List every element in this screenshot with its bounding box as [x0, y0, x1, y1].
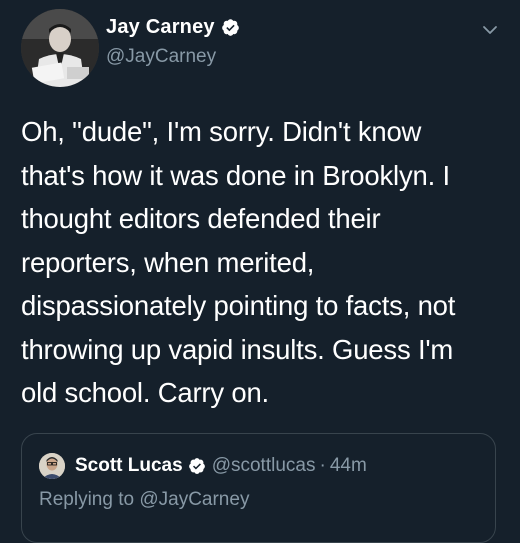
quoted-author-row: Scott Lucas @scottlucas · 44m: [75, 455, 367, 477]
time-separator: ·: [319, 455, 326, 476]
author-name-row: Jay Carney: [106, 16, 240, 39]
replying-to-label: Replying to @JayCarney: [39, 489, 250, 510]
chevron-down-icon[interactable]: [480, 20, 500, 40]
quoted-author-photo: [39, 453, 65, 479]
tweet-text: Oh, "dude", I'm sorry. Didn't know that'…: [21, 116, 456, 408]
quoted-tweet-card[interactable]: Scott Lucas @scottlucas · 44m Replying t…: [21, 433, 496, 543]
quoted-author-avatar[interactable]: [39, 453, 65, 479]
author-handle[interactable]: @JayCarney: [106, 46, 216, 68]
quoted-display-name[interactable]: Scott Lucas: [75, 455, 183, 477]
author-photo: [21, 9, 99, 87]
quoted-timestamp[interactable]: 44m: [330, 455, 367, 477]
quoted-handle[interactable]: @scottlucas: [212, 455, 316, 477]
verified-badge-icon: [221, 18, 240, 37]
verified-badge-icon: [188, 457, 206, 475]
author-avatar[interactable]: [21, 9, 99, 87]
author-display-name[interactable]: Jay Carney: [106, 16, 215, 39]
